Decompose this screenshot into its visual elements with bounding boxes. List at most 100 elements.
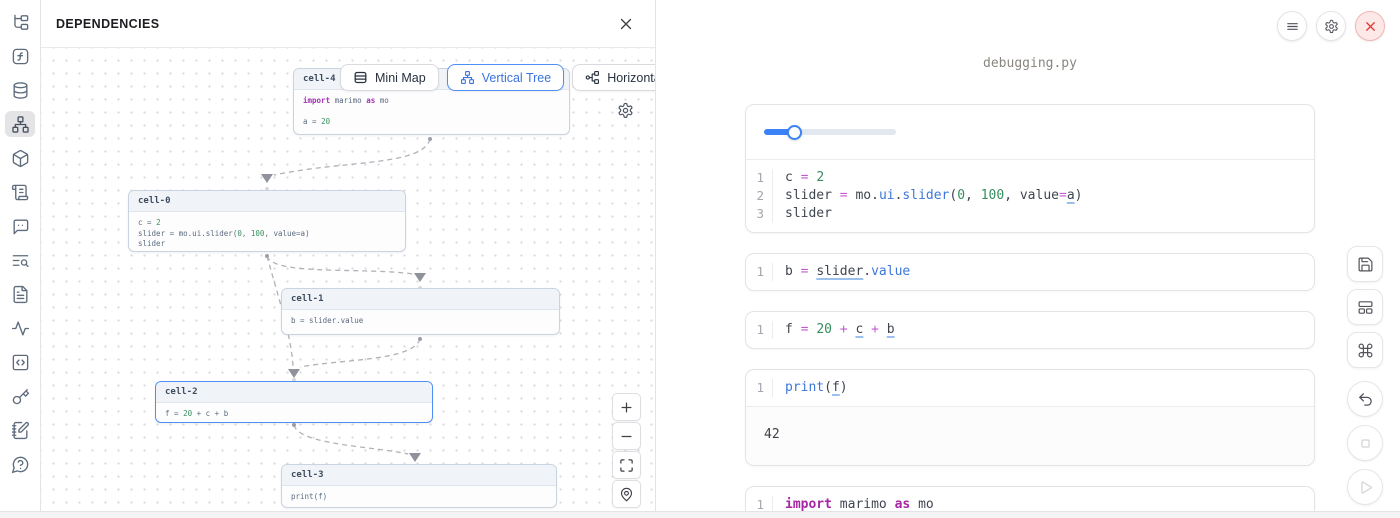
undo-icon (1357, 391, 1374, 408)
code-token: + (871, 322, 879, 337)
graph-node-code: c = 2slider = mo.ui.slider(0, 100, value… (129, 212, 405, 256)
graph-code-line: f = 20 + c + b (165, 409, 423, 420)
close-icon (1363, 19, 1378, 34)
slider-output-row (746, 105, 1314, 160)
zoom-in-button[interactable] (612, 393, 641, 421)
graph-node-cell-3[interactable]: cell-3print(f) (281, 464, 557, 508)
code-token: ui (879, 188, 895, 203)
sidebar-item-scratchpad[interactable] (5, 417, 35, 443)
settings-button[interactable] (1316, 11, 1346, 41)
code-editor[interactable]: 1import marimo as mo2 (746, 487, 1314, 511)
code-row: 1f = 20 + c + b (746, 321, 1314, 339)
notebook-cell-0[interactable]: 1c = 22slider = mo.ui.slider(0, 100, val… (745, 104, 1315, 233)
view-button-label: Mini Map (375, 71, 426, 85)
code-token: b = slider.value (291, 316, 363, 325)
database-icon (11, 81, 30, 100)
save-icon (1357, 256, 1374, 273)
graph-node-cell-2[interactable]: cell-2 f = 20 + c + b (155, 381, 433, 423)
sidebar-item-snippets[interactable] (5, 349, 35, 375)
code-editor[interactable]: 1print(f) (746, 370, 1314, 406)
fit-view-button[interactable] (612, 451, 641, 479)
top-actions (1277, 11, 1385, 41)
center-view-button[interactable] (612, 480, 641, 508)
code-editor[interactable]: 1c = 22slider = mo.ui.slider(0, 100, val… (746, 160, 1314, 232)
code-token: = (1059, 188, 1067, 203)
shortcuts-button[interactable] (1347, 332, 1383, 368)
code-token: = (840, 188, 856, 203)
code-token: c = (138, 218, 156, 227)
code-editor[interactable]: 1f = 20 + c + b (746, 312, 1314, 348)
code-token: import (303, 96, 330, 105)
sidebar-item-variables[interactable] (5, 43, 35, 69)
pin-icon (619, 487, 634, 502)
code-editor[interactable]: 1b = slider.value (746, 254, 1314, 290)
code-token: . (863, 264, 871, 279)
zoom-controls (612, 393, 641, 508)
sidebar-item-documentation[interactable] (5, 281, 35, 307)
minus-icon (619, 429, 634, 444)
notebook-cell-2[interactable]: 1f = 20 + c + b (745, 311, 1315, 349)
graph-node-cell-0[interactable]: cell-0c = 2slider = mo.ui.slider(0, 100,… (128, 190, 406, 252)
line-number: 3 (746, 205, 773, 223)
stop-icon (1357, 435, 1374, 452)
sidebar-item-logs[interactable] (5, 179, 35, 205)
graph-node-title: cell-3 (282, 465, 556, 486)
edge-cell1-cell2 (300, 339, 420, 367)
code-token: 2 (816, 170, 824, 185)
sidebar-item-tracing[interactable] (5, 315, 35, 341)
code-token: mo (910, 497, 933, 511)
undo-button[interactable] (1347, 381, 1383, 417)
zoom-out-button[interactable] (612, 422, 641, 450)
sidebar-item-help[interactable] (5, 451, 35, 477)
code-token: as (895, 497, 911, 511)
sidebar-item-tracebacks[interactable] (5, 247, 35, 273)
layout-button[interactable] (1347, 289, 1383, 325)
graph-node-title: cell-2 (156, 382, 432, 403)
run-button[interactable] (1347, 469, 1383, 505)
notebook-icon (11, 421, 30, 440)
view-button-horizontal-tree[interactable]: Horizontal Tree (572, 64, 655, 91)
bottom-status-strip (0, 511, 1400, 518)
code-line: print(f) (773, 379, 848, 397)
view-button-vertical-tree[interactable]: Vertical Tree (447, 64, 564, 91)
slider-track[interactable] (764, 129, 896, 135)
line-number: 1 (746, 263, 773, 281)
code-token: as (366, 96, 375, 105)
code-token: = (801, 322, 817, 337)
menu-button[interactable] (1277, 11, 1307, 41)
sidebar-item-chat[interactable] (5, 213, 35, 239)
notebook-cell-3[interactable]: 1print(f)42 (745, 369, 1315, 466)
list-search-icon (11, 251, 30, 270)
sidebar-item-secrets[interactable] (5, 383, 35, 409)
graph-code-line: slider = mo.ui.slider(0, 100, value=a) (138, 229, 396, 240)
graph-node-title: cell-0 (129, 191, 405, 212)
close-panel-icon[interactable] (617, 15, 635, 33)
dependency-graph-canvas[interactable]: Mini Map Vertical Tree Horizontal Tree cel… (41, 48, 655, 511)
plus-icon (619, 400, 634, 415)
graph-node-code: f = 20 + c + b (156, 403, 432, 426)
code-token: , (965, 188, 981, 203)
code-token: , (242, 229, 251, 238)
line-number: 1 (746, 321, 773, 339)
graph-settings-icon[interactable] (617, 102, 634, 119)
line-number: 2 (746, 187, 773, 205)
stop-button[interactable] (1347, 425, 1383, 461)
sidebar-item-file-explorer[interactable] (5, 9, 35, 35)
layout-icon (1357, 299, 1374, 316)
slider-thumb[interactable] (787, 125, 802, 140)
view-button-mini-map[interactable]: Mini Map (340, 64, 439, 91)
graph-node-cell-1[interactable]: cell-1b = slider.value (281, 288, 560, 335)
panel-title: DEPENDENCIES (56, 17, 159, 31)
save-button[interactable] (1347, 246, 1383, 282)
code-token: marimo (330, 96, 366, 105)
sidebar-item-dependencies[interactable] (5, 111, 35, 137)
code-token: ) (840, 380, 848, 395)
code-token: 20 (321, 117, 330, 126)
sidebar-item-datasources[interactable] (5, 77, 35, 103)
graph-code-line: import marimo as mo (303, 96, 560, 107)
notebook-cell-4[interactable]: 1import marimo as mo2 (745, 486, 1315, 511)
view-button-label: Horizontal Tree (607, 71, 655, 85)
sidebar-item-packages[interactable] (5, 145, 35, 171)
notebook-cell-1[interactable]: 1b = slider.value (745, 253, 1315, 291)
shutdown-button[interactable] (1355, 11, 1385, 41)
